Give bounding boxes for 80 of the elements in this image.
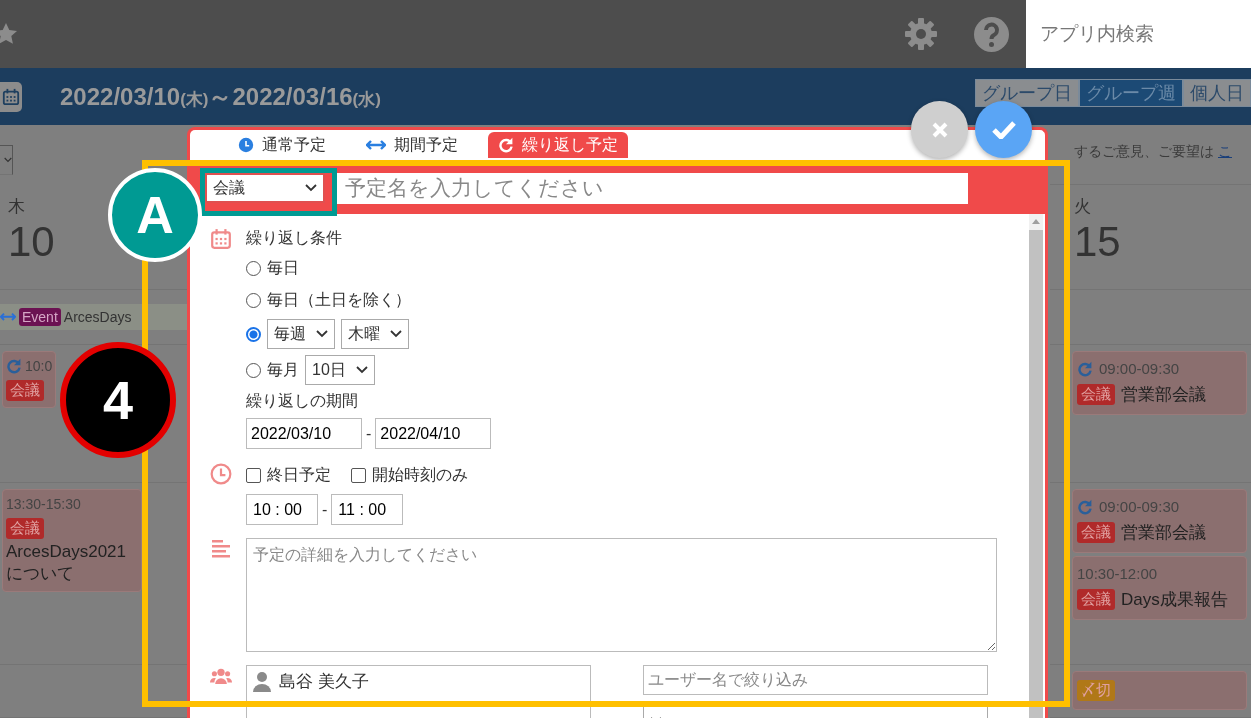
option-label: 毎日（土日を除く）: [267, 289, 411, 310]
day-number: 10: [8, 220, 55, 264]
time-field[interactable]: 11 : 00: [331, 494, 404, 525]
time-field[interactable]: 10 : 00: [246, 494, 318, 525]
option-label: 毎日: [267, 257, 299, 278]
event-title: ArcesDays2021について: [6, 542, 127, 585]
weekday-label: 木: [8, 196, 25, 218]
category-tag: 〆切: [1077, 680, 1115, 701]
category-tag: 会議: [1077, 589, 1115, 610]
section-label: 繰り返しの期間: [246, 391, 359, 411]
clock-icon: [210, 462, 232, 486]
notice-text: するご意見、ご要望は: [1074, 142, 1214, 161]
text-lines-icon: [211, 538, 231, 558]
check-icon: [991, 120, 1016, 139]
select-control[interactable]: 木曜: [341, 319, 409, 349]
checkbox[interactable]: [351, 467, 366, 483]
category-tag: 会議: [6, 380, 44, 401]
calendar-icon: [2, 87, 20, 106]
event-card[interactable]: 10:30-12:00 会議 Days成果報告: [1072, 556, 1247, 620]
select-control[interactable]: 毎週: [267, 319, 335, 349]
event-title: Days成果報告: [1121, 589, 1228, 611]
chevron-icon: [316, 330, 328, 338]
chevron-icon: [390, 330, 402, 338]
radio-button[interactable]: [246, 326, 261, 342]
dropdown-control[interactable]: [0, 145, 13, 175]
chevron-icon: [4, 156, 12, 164]
person-icon: [253, 671, 271, 692]
date-range-heading: 2022/03/10(木)～2022/03/16(水): [60, 81, 381, 112]
category-tag: 会議: [6, 518, 44, 539]
help-icon: [974, 16, 1009, 52]
scroll-up-icon: [1032, 219, 1040, 224]
double-arrow-icon: [0, 312, 16, 322]
range-dash: -: [322, 500, 328, 519]
event-time: 13:30-15:30: [6, 496, 81, 512]
event-title: 営業部会議: [1121, 384, 1206, 406]
filter-field[interactable]: ユーザー名で絞り込み: [643, 665, 988, 695]
date-field[interactable]: 2022/04/10: [375, 418, 492, 449]
chevron-icon: [355, 366, 368, 374]
event-time: 09:00-09:30: [1099, 498, 1180, 515]
checkbox[interactable]: [246, 467, 261, 483]
chevron-icon: [305, 184, 317, 192]
weekday-label: 火: [1074, 196, 1091, 218]
calendar-button[interactable]: [0, 81, 22, 112]
event-time: 10:30-12:00: [1077, 565, 1158, 582]
member-name: 島谷 美久子: [279, 671, 369, 693]
range-dash: -: [366, 424, 372, 443]
event-card[interactable]: 13:30-15:30 会議 ArcesDays2021について: [2, 489, 142, 592]
checkbox-label: 終日予定: [267, 464, 331, 485]
detail-field[interactable]: 予定の詳細を入力してください: [246, 538, 997, 652]
calendar-icon: [210, 228, 232, 250]
event-title: ArcesDays: [63, 309, 132, 325]
select-control[interactable]: 会議: [205, 173, 325, 203]
search-field[interactable]: アプリ内検索: [1026, 0, 1251, 68]
type-tab[interactable]: 期間予定: [356, 132, 468, 158]
close-icon: [931, 121, 948, 138]
section-label: 繰り返し条件: [246, 228, 343, 248]
repeat-icon: [498, 137, 514, 153]
settings-icon: [903, 16, 939, 52]
type-tab[interactable]: 通常予定: [228, 132, 336, 158]
event-title: 営業部会議: [1121, 522, 1206, 544]
event-card[interactable]: 09:00-09:30 会議 営業部会議: [1072, 351, 1247, 415]
event-time: 10:0: [25, 358, 53, 374]
date-field[interactable]: 2022/03/10: [246, 418, 362, 449]
category-tag: 会議: [1077, 384, 1115, 405]
view-tab[interactable]: 個人日: [1183, 79, 1251, 107]
event-time: 09:00-09:30: [1099, 360, 1180, 377]
clock-icon: [238, 137, 254, 153]
title-field[interactable]: 予定名を入力してください: [337, 172, 968, 204]
checkbox-label: 開始時刻のみ: [372, 464, 468, 485]
category-tag: Event: [19, 308, 61, 326]
option-label: 毎月: [267, 359, 299, 380]
category-tag: 会議: [1077, 522, 1115, 543]
event-bar[interactable]: Event ArcesDays: [0, 304, 187, 330]
star-icon: [0, 22, 18, 46]
type-tab[interactable]: 繰り返し予定: [488, 132, 628, 158]
event-card[interactable]: 10:0 会議: [2, 351, 57, 408]
day-number: 15: [1074, 220, 1121, 264]
select-control[interactable]: 10日: [305, 355, 375, 385]
event-card[interactable]: 09:00-09:30 会議 営業部会議: [1072, 489, 1247, 553]
double-arrow-icon: [366, 139, 386, 151]
